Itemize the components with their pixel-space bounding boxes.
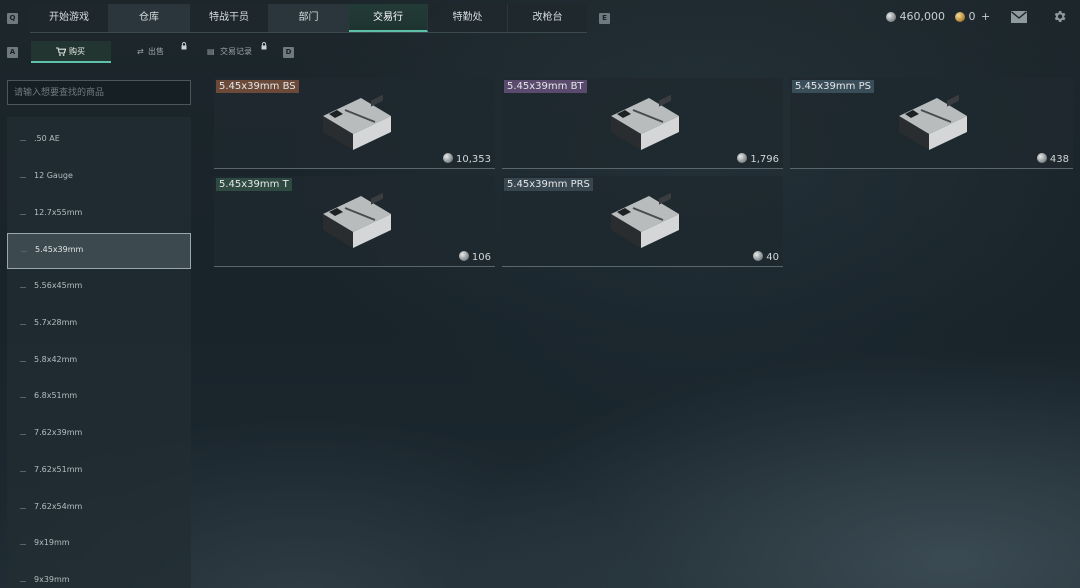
category-label: 9x19mm [34, 538, 70, 547]
sell-icon: ⇄ [137, 47, 144, 56]
silver-coin-icon [737, 153, 748, 163]
category-item[interactable]: 5.7x28mm [7, 307, 191, 343]
item-card[interactable]: 5.45x39mm T 106 [214, 176, 495, 267]
tab-department[interactable]: 部门 [269, 4, 349, 32]
ammo-box-icon [899, 94, 967, 150]
subtab-sell[interactable]: ⇄ 出售 [111, 41, 191, 63]
silver-coin-icon [443, 153, 453, 163]
silver-amount: 460,000 [899, 10, 946, 23]
subtab-buy[interactable]: 购买 [31, 41, 111, 63]
item-price-value: 1,796 [750, 154, 779, 165]
item-name: 5.45x39mm PS [792, 80, 874, 93]
item-name: 5.45x39mm T [216, 178, 292, 191]
category-label: 5.8x42mm [34, 355, 78, 364]
item-price-value: 10,353 [456, 154, 491, 165]
subtab-trade-history[interactable]: ▤ 交易记录 [191, 41, 281, 63]
subtab-history-label: 交易记录 [220, 47, 252, 56]
cart-icon [56, 47, 66, 56]
category-item-selected[interactable]: 5.45x39mm [7, 233, 191, 269]
category-label: 6.8x51mm [34, 391, 78, 400]
key-hint-a: A [7, 47, 18, 58]
item-price: 1,796 [737, 153, 779, 165]
category-item[interactable]: .50 AE [7, 123, 191, 159]
tab-gunsmith[interactable]: 改枪台 [508, 4, 587, 32]
item-price-value: 40 [766, 252, 779, 263]
category-label: 9x39mm [34, 575, 70, 584]
category-item[interactable]: 12.7x55mm [7, 197, 191, 233]
item-name: 5.45x39mm PRS [504, 178, 593, 191]
item-card[interactable]: 5.45x39mm BT 1,796 [502, 78, 783, 169]
category-item[interactable]: 7.62x54mm [7, 491, 191, 527]
category-label: .50 AE [34, 134, 60, 143]
item-price-value: 106 [471, 252, 491, 263]
item-price: 10,353 [443, 153, 491, 165]
item-card[interactable]: 5.45x39mm BS 10,353 [214, 78, 495, 169]
search-input[interactable] [7, 80, 191, 105]
item-price: 106 [458, 251, 491, 263]
gold-currency[interactable]: 0 + [955, 10, 990, 23]
tab-warehouse[interactable]: 仓库 [109, 4, 190, 32]
silver-coin-icon [458, 251, 469, 261]
ammo-box-icon [611, 94, 679, 150]
lock-icon [181, 42, 187, 50]
silver-coin-icon [1036, 153, 1047, 163]
silver-coin-icon [753, 251, 764, 261]
category-item[interactable]: 5.56x45mm [7, 270, 191, 306]
gear-icon[interactable] [1052, 9, 1067, 24]
category-label: 5.56x45mm [34, 281, 83, 290]
item-name: 5.45x39mm BT [504, 80, 587, 93]
category-label: 7.62x51mm [34, 465, 83, 474]
item-price-value: 438 [1049, 154, 1069, 165]
ammo-box-icon [323, 192, 391, 248]
category-item[interactable]: 7.62x39mm [7, 417, 191, 453]
subtab-buy-label: 购买 [69, 47, 85, 56]
ammo-category-list: .50 AE 12 Gauge 12.7x55mm 5.45x39mm 5.56… [7, 117, 191, 588]
tab-operators[interactable]: 特战干员 [190, 4, 269, 32]
add-gold-icon[interactable]: + [981, 10, 990, 23]
mail-icon[interactable] [1011, 11, 1027, 23]
category-label: 5.45x39mm [35, 245, 84, 254]
nav-divider [30, 32, 587, 33]
category-label: 7.62x54mm [34, 502, 83, 511]
gold-coin-icon [955, 12, 965, 22]
subtab-sell-label: 出售 [148, 47, 164, 56]
lock-icon [261, 42, 267, 50]
category-label: 12.7x55mm [34, 208, 83, 217]
ammo-box-icon [323, 94, 391, 150]
item-price: 438 [1036, 153, 1069, 165]
item-name: 5.45x39mm BS [216, 80, 299, 93]
category-item[interactable]: 7.62x51mm [7, 454, 191, 490]
tab-trading-house[interactable]: 交易行 [349, 4, 428, 32]
key-hint-e: E [599, 13, 610, 24]
history-icon: ▤ [207, 47, 215, 56]
silver-currency: 460,000 [886, 10, 945, 23]
category-label: 7.62x39mm [34, 428, 83, 437]
tab-start-game[interactable]: 开始游戏 [30, 4, 109, 32]
gold-amount: 0 [968, 10, 976, 23]
category-item[interactable]: 5.8x42mm [7, 344, 191, 380]
category-item[interactable]: 12 Gauge [7, 160, 191, 196]
category-label: 12 Gauge [34, 171, 73, 180]
item-price: 40 [753, 251, 779, 263]
item-card[interactable]: 5.45x39mm PRS 40 [502, 176, 783, 267]
key-hint-q: Q [7, 13, 18, 24]
category-item[interactable]: 6.8x51mm [7, 380, 191, 416]
category-item[interactable]: 9x39mm [7, 564, 191, 588]
main-nav: 开始游戏 仓库 特战干员 部门 交易行 特勤处 改枪台 [30, 4, 587, 32]
item-card[interactable]: 5.45x39mm PS 438 [790, 78, 1073, 169]
category-label: 5.7x28mm [34, 318, 78, 327]
key-hint-d: D [283, 47, 294, 58]
tab-special-service[interactable]: 特勤处 [428, 4, 508, 32]
category-item[interactable]: 9x19mm [7, 527, 191, 563]
ammo-box-icon [611, 192, 679, 248]
silver-coin-icon [886, 12, 896, 22]
